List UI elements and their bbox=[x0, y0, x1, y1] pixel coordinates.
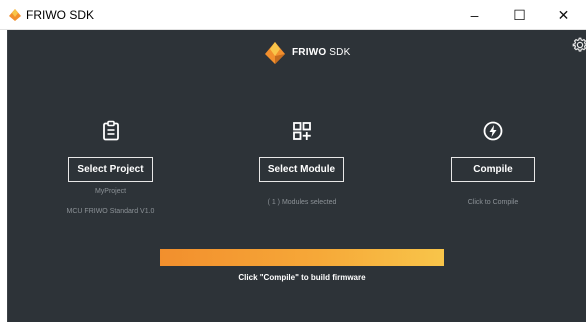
build-progress-bar bbox=[160, 249, 444, 266]
window-title: FRIWO SDK bbox=[26, 8, 94, 22]
select-module-button[interactable]: Select Module bbox=[259, 157, 344, 182]
window-titlebar: FRIWO SDK – ☐ ✕ bbox=[0, 0, 586, 30]
app-main: FRIWO SDK Select Project MyProject MCU F… bbox=[7, 30, 586, 322]
friwo-logo-icon bbox=[9, 9, 21, 21]
mcu-label: MCU FRIWO Standard V1.0 bbox=[66, 208, 155, 215]
compile-hint: Click to Compile bbox=[467, 199, 519, 206]
brand-header: FRIWO SDK bbox=[264, 41, 354, 65]
gear-icon[interactable] bbox=[571, 36, 586, 54]
minimize-button[interactable]: – bbox=[452, 0, 497, 30]
maximize-button[interactable]: ☐ bbox=[497, 0, 542, 30]
friwo-brand-logo-icon bbox=[265, 42, 285, 64]
build-status-text: Click "Compile" to build firmware bbox=[238, 273, 366, 282]
project-name: MyProject bbox=[94, 188, 127, 195]
compile-button[interactable]: Compile bbox=[451, 157, 535, 182]
close-button[interactable]: ✕ bbox=[541, 0, 586, 30]
modules-selected-count: ( 1 ) Modules selected bbox=[267, 199, 337, 206]
build-progress-fill bbox=[160, 249, 444, 266]
grid-plus-icon bbox=[293, 122, 311, 140]
brand-name: FRIWO SDK bbox=[292, 47, 351, 58]
clipboard-icon bbox=[103, 120, 119, 141]
lightning-circle-icon bbox=[483, 121, 503, 141]
select-project-button[interactable]: Select Project bbox=[68, 157, 153, 182]
